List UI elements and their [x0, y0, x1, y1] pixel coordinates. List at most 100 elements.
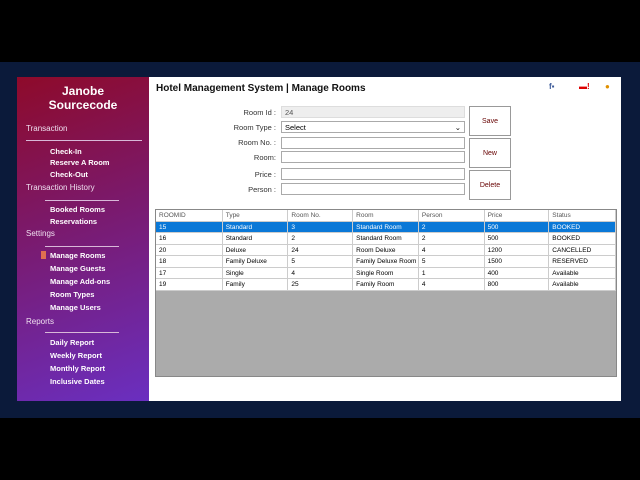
- table-cell: Family: [223, 279, 289, 290]
- column-header[interactable]: Room No.: [288, 210, 354, 221]
- table-cell: 5: [288, 256, 354, 267]
- table-cell: 1200: [485, 244, 550, 255]
- table-cell: 500: [485, 233, 550, 244]
- table-cell: 500: [485, 221, 550, 232]
- sidebar-section-title: Settings: [26, 229, 55, 238]
- room-id-field[interactable]: 24: [281, 106, 465, 118]
- table-cell: 18: [156, 256, 223, 267]
- sidebar-item-check-out[interactable]: Check-Out: [50, 170, 88, 179]
- column-header[interactable]: Price: [485, 210, 550, 221]
- table-cell: Single Room: [353, 267, 419, 278]
- brand-line1: Janobe: [61, 84, 104, 98]
- sidebar-item-monthly-report[interactable]: Monthly Report: [50, 364, 105, 373]
- table-row[interactable]: 20 Deluxe 24 Room Deluxe 4 1200 CANCELLED: [156, 244, 616, 256]
- divider: [26, 140, 142, 141]
- table-row[interactable]: 17 Single 4 Single Room 1 400 Available: [156, 267, 616, 279]
- table-cell: Family Deluxe Room: [353, 256, 419, 267]
- table-cell: Family Deluxe: [223, 256, 289, 267]
- table-cell: 4: [288, 267, 354, 278]
- sidebar-item-room-types[interactable]: Room Types: [50, 290, 94, 299]
- table-cell: 2: [419, 233, 485, 244]
- active-marker-icon: [41, 251, 46, 259]
- chevron-down-icon: ⌄: [454, 123, 461, 132]
- brand-line2: Sourcecode: [48, 98, 118, 112]
- brand: Janobe Sourcecode: [17, 84, 149, 112]
- table-cell: 2: [288, 233, 354, 244]
- column-header[interactable]: Status: [549, 210, 616, 221]
- person-label: Person :: [248, 185, 276, 194]
- column-header[interactable]: Person: [419, 210, 485, 221]
- room-field[interactable]: [281, 151, 465, 163]
- divider: [45, 332, 119, 333]
- grid-header: ROOMID Type Room No. Room Person Price Status: [156, 210, 616, 222]
- table-cell: 25: [288, 279, 354, 290]
- youtube-icon[interactable]: ▬!: [579, 82, 590, 91]
- sidebar-item-booked-rooms[interactable]: Booked Rooms: [50, 205, 105, 214]
- table-row[interactable]: 16 Standard 2 Standard Room 2 500 BOOKED: [156, 233, 616, 245]
- sidebar-item-manage-guests[interactable]: Manage Guests: [50, 264, 105, 273]
- table-cell: 800: [485, 279, 550, 290]
- price-field[interactable]: [281, 168, 465, 180]
- table-cell: Standard: [223, 233, 289, 244]
- table-cell: 4: [419, 244, 485, 255]
- room-id-label: Room Id :: [243, 108, 276, 117]
- table-cell: Single: [223, 267, 289, 278]
- facebook-icon[interactable]: f▪: [549, 82, 555, 91]
- table-cell: 15: [156, 221, 223, 232]
- sidebar-section-title: Reports: [26, 317, 55, 326]
- table-cell: BOOKED: [549, 233, 616, 244]
- table-cell: 1500: [485, 256, 550, 267]
- table-row[interactable]: 15 Standard 3 Standard Room 2 500 BOOKED: [156, 221, 616, 233]
- table-cell: Room Deluxe: [353, 244, 419, 255]
- sidebar-item-daily-report[interactable]: Daily Report: [50, 338, 94, 347]
- divider: [45, 246, 119, 247]
- table-cell: Available: [549, 267, 616, 278]
- column-header[interactable]: ROOMID: [156, 210, 223, 221]
- sidebar-item-manage-add-ons[interactable]: Manage Add-ons: [50, 277, 110, 286]
- room-type-select[interactable]: Select ⌄: [281, 121, 465, 133]
- table-cell: 16: [156, 233, 223, 244]
- sidebar-item-inclusive-dates[interactable]: Inclusive Dates: [50, 377, 105, 386]
- table-cell: 5: [419, 256, 485, 267]
- sidebar-item-reservations[interactable]: Reservations: [50, 217, 97, 226]
- table-cell: Available: [549, 279, 616, 290]
- table-cell: 17: [156, 267, 223, 278]
- table-cell: Standard Room: [353, 233, 419, 244]
- table-row[interactable]: 18 Family Deluxe 5 Family Deluxe Room 5 1500 R…: [156, 256, 616, 268]
- table-cell: 24: [288, 244, 354, 255]
- table-cell: Standard Room: [353, 221, 419, 232]
- table-cell: RESERVED: [549, 256, 616, 267]
- table-cell: Deluxe: [223, 244, 289, 255]
- rooms-grid[interactable]: ROOMID Type Room No. Room Person Price Status 1…: [155, 209, 617, 377]
- sidebar-item-weekly-report[interactable]: Weekly Report: [50, 351, 102, 360]
- table-cell: 19: [156, 279, 223, 290]
- sidebar-item-check-in[interactable]: Check-In: [50, 147, 82, 156]
- sidebar-item-reserve-a-room[interactable]: Reserve A Room: [50, 158, 109, 167]
- new-button[interactable]: New: [469, 138, 511, 168]
- save-button[interactable]: Save: [469, 106, 511, 136]
- sidebar-section-title: Transaction: [26, 124, 68, 133]
- divider: [45, 200, 119, 201]
- room-type-label: Room Type :: [233, 123, 276, 132]
- table-cell: CANCELLED: [549, 244, 616, 255]
- sidebar: Janobe Sourcecode Transaction Check-In Res…: [17, 77, 149, 401]
- table-cell: 3: [288, 221, 354, 232]
- sidebar-section-title: Transaction History: [26, 183, 95, 192]
- room-label: Room:: [253, 153, 276, 162]
- column-header[interactable]: Type: [223, 210, 289, 221]
- page-title: Hotel Management System | Manage Rooms: [156, 83, 366, 94]
- person-field[interactable]: [281, 183, 465, 195]
- sidebar-item-manage-users[interactable]: Manage Users: [50, 303, 101, 312]
- table-cell: 1: [419, 267, 485, 278]
- table-cell: 2: [419, 221, 485, 232]
- table-cell: 4: [419, 279, 485, 290]
- table-cell: 20: [156, 244, 223, 255]
- room-no-field[interactable]: [281, 137, 465, 149]
- room-type-value: Select: [285, 123, 306, 132]
- table-cell: Family Room: [353, 279, 419, 290]
- table-row[interactable]: 19 Family 25 Family Room 4 800 Available: [156, 279, 616, 291]
- delete-button[interactable]: Delete: [469, 170, 511, 200]
- user-icon[interactable]: ●: [605, 82, 610, 91]
- column-header[interactable]: Room: [353, 210, 419, 221]
- sidebar-item-manage-rooms[interactable]: Manage Rooms: [50, 251, 105, 260]
